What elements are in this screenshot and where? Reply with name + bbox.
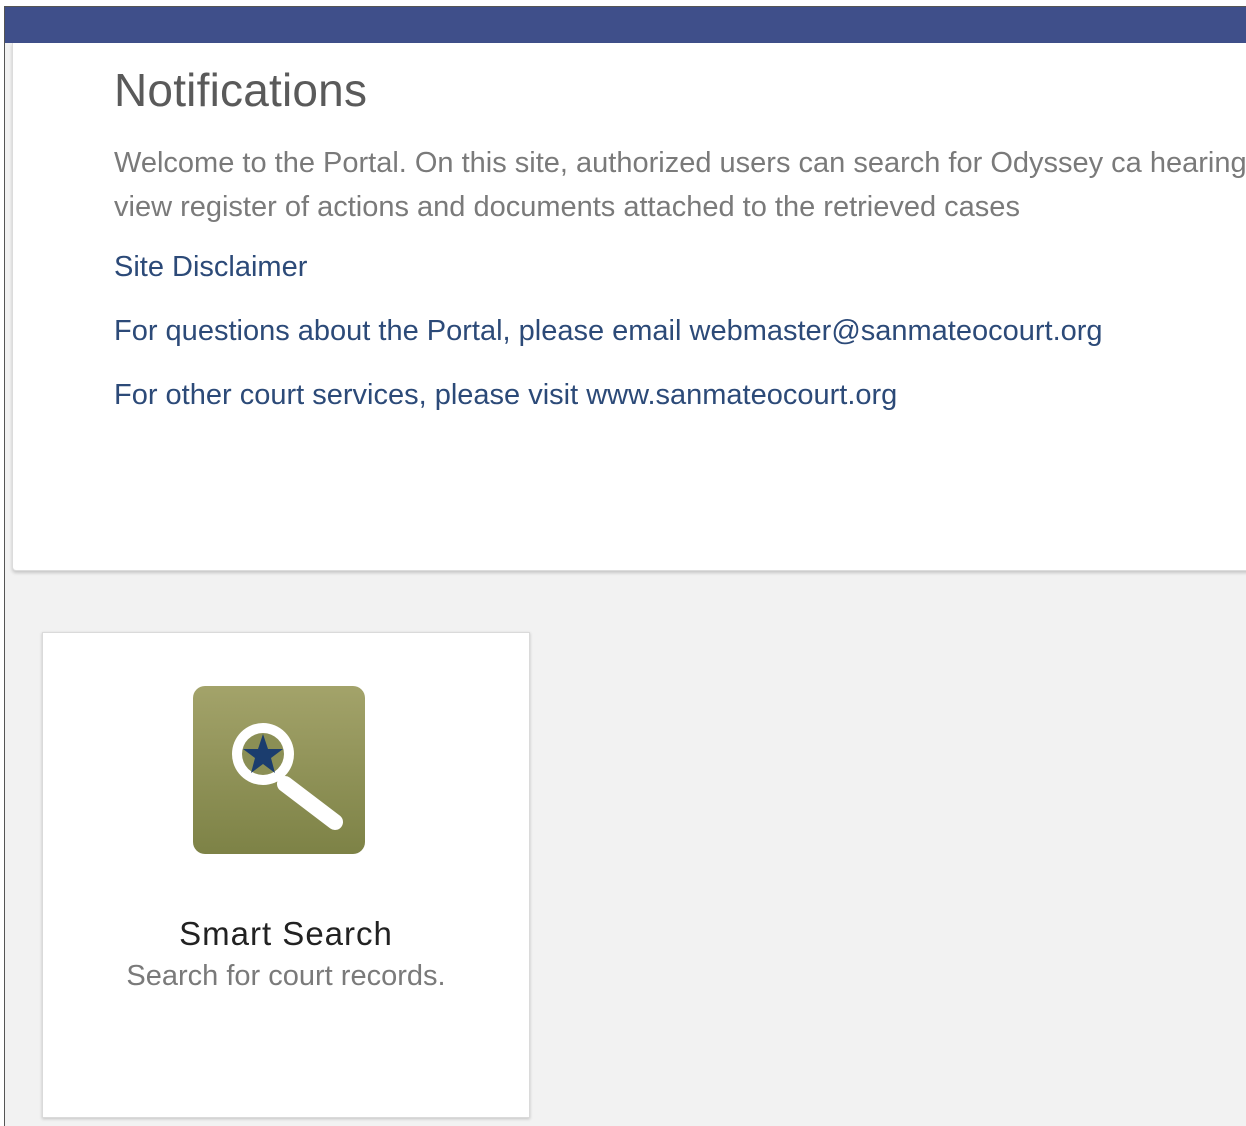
site-disclaimer-link[interactable]: Site Disclaimer: [114, 249, 307, 285]
tile-title: Smart Search: [179, 915, 393, 952]
tile-subtitle: Search for court records.: [126, 960, 446, 992]
top-navigation-bar: [5, 7, 1246, 43]
welcome-message: Welcome to the Portal. On this site, aut…: [114, 147, 1246, 223]
magnifier-star-icon: [193, 686, 365, 854]
court-services-line[interactable]: For other court services, please visit w…: [114, 377, 897, 413]
notifications-title: Notifications: [114, 64, 368, 116]
contact-email-line[interactable]: For questions about the Portal, please e…: [114, 313, 1103, 349]
portal-window: Notifications Welcome to the Portal. On …: [4, 6, 1246, 1126]
smart-search-tile[interactable]: Smart Search Search for court records.: [42, 632, 530, 1118]
notifications-panel: Notifications Welcome to the Portal. On …: [12, 43, 1246, 571]
